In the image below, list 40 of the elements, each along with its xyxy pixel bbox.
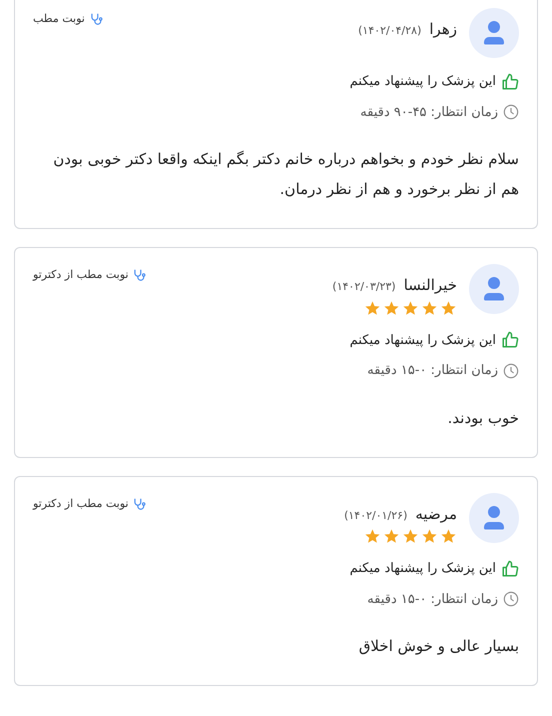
star-icon [383,528,400,545]
reviewer-name: خیرالنسا [404,275,457,296]
star-icon [402,300,419,316]
review-date: (۱۴۰۲/۰۴/۲۸) [358,23,422,39]
star-icon [364,528,381,545]
booking-type: نوبت مطب [33,11,85,27]
thumbs-up-icon [501,331,519,350]
wait-time: زمان انتظار: ۴۵-۹۰ دقیقه [360,104,498,122]
star-icon [440,300,457,316]
review-date: (۱۴۰۲/۰۳/۲۳) [332,279,396,295]
recommend-text: این پزشک را پیشنهاد میکنم [350,332,496,350]
wait-time: زمان انتظار: ۰-۱۵ دقیقه [367,362,498,380]
recommend-text: این پزشک را پیشنهاد میکنم [350,560,496,578]
avatar-icon [469,8,519,58]
reviewer-name: مرضیه [415,504,457,525]
review-comment: خوب بودند. [446,408,519,429]
booking-type: نوبت مطب از دکترتو [33,267,128,283]
recommend-text: این پزشک را پیشنهاد میکنم [350,73,496,91]
avatar-icon [469,264,519,314]
thumbs-up-icon [501,72,519,91]
clock-icon [503,591,519,608]
avatar-icon [469,492,519,542]
stethoscope-icon [132,496,146,511]
star-icon [421,300,438,316]
booking-type: نوبت مطب از دکترتو [33,496,128,512]
wait-time: زمان انتظار: ۰-۱۵ دقیقه [367,590,498,608]
stethoscope-icon [132,268,146,282]
review-comment: سلام نظر خودم و بخواهم درباره خانم دکتر بگم اینکه واقعا دکتر خوبی بودن هم از نظر برخورد و هم از نظر درمان. [52,149,519,200]
star-icon [440,528,457,545]
thumbs-up-icon [501,560,519,578]
reviewer-name: زهرا [429,19,457,40]
review-comment: بسیار عالی و خوش اخلاق [358,636,519,657]
clock-icon [503,104,519,120]
star-icon [383,300,400,316]
star-icon [402,528,419,545]
star-icon [421,528,438,545]
clock-icon [503,362,519,379]
star-icon [364,300,381,316]
stethoscope-icon [88,12,103,26]
review-date: (۱۴۰۲/۰۱/۲۶) [344,508,408,524]
